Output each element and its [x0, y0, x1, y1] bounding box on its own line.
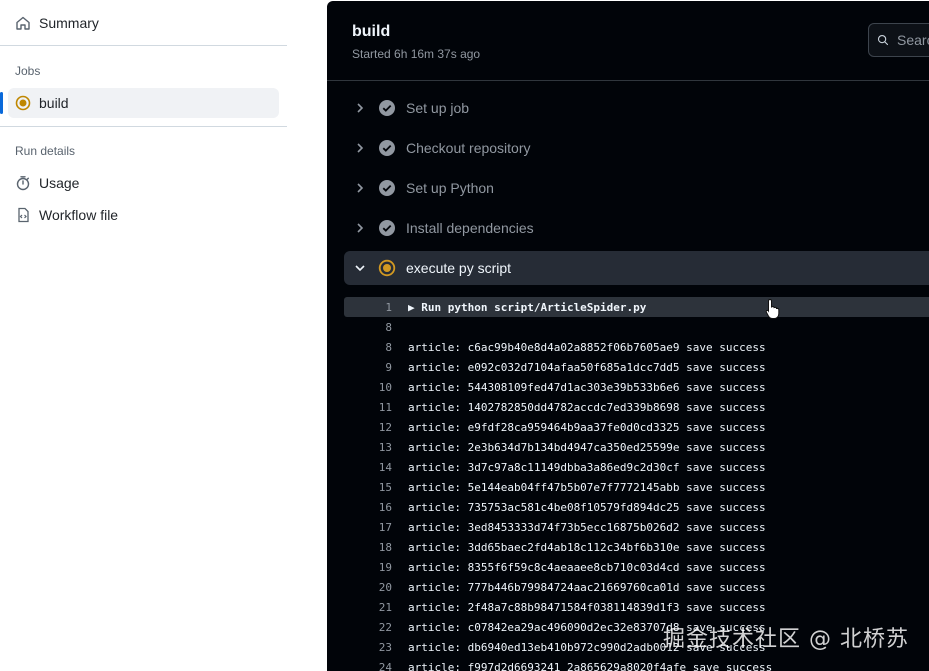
search-icon [877, 34, 889, 46]
step-label: Checkout repository [406, 140, 531, 156]
step-label: Install dependencies [406, 220, 534, 236]
sidebar-item-summary[interactable]: Summary [0, 8, 99, 38]
step-checkout-repository[interactable]: Checkout repository [344, 131, 929, 165]
step-label: execute py script [406, 260, 512, 276]
log-text: article: f997d2d6693241 2a865629a8020f4a… [408, 660, 773, 671]
log-line: 11 article: 1402782850dd4782accdc7ed339b8… [344, 397, 929, 417]
log-line: 8 [344, 317, 929, 337]
log-line: 21 article: 2f48a7c88b98471584f038114839d… [344, 597, 929, 617]
log-text: article: 735753ac581c4be08f10579fd894dc2… [408, 500, 766, 514]
log-text: article: 2f48a7c88b98471584f038114839d1f… [408, 600, 766, 614]
log-line: 14 article: 3d7c97a8c11149dbba3a86ed9c2d3… [344, 457, 929, 477]
log-line: 13 article: 2e3b634d7b134bd4947ca350ed255… [344, 437, 929, 457]
sidebar-item-label: Summary [39, 15, 99, 31]
file-code-icon [15, 207, 31, 223]
sidebar-item-usage[interactable]: Usage [0, 168, 79, 198]
log-line: 9 article: e092c032d7104afaa50f685a1dcc7d… [344, 357, 929, 377]
log-text: article: e9fdf28ca959464b9aa37fe0d0cd332… [408, 420, 766, 434]
sidebar-item-label: Usage [39, 175, 80, 191]
step-label: Set up Python [406, 180, 494, 196]
sidebar-item-label: build [39, 95, 69, 111]
job-started-time: Started 6h 16m 37s ago [352, 47, 481, 61]
step-execute-py-script[interactable]: execute py script [344, 251, 929, 285]
chevron-right-icon [352, 220, 368, 236]
chevron-right-icon [352, 140, 368, 156]
log-line: 10 article: 544308109fed47d1ac303e39b533b… [344, 377, 929, 397]
line-number[interactable]: 23 [344, 641, 392, 654]
log-text: article: 3dd65baec2fd4ab18c112c34bf6b310… [408, 540, 766, 554]
log-line: 18 article: 3dd65baec2fd4ab18c112c34bf6b3… [344, 537, 929, 557]
log-text: article: 777b446b79984724aac21669760ca01… [408, 580, 766, 594]
log-text: article: e092c032d7104afaa50f685a1dcc7dd… [408, 360, 766, 374]
sidebar-item-build[interactable]: build [0, 88, 69, 118]
line-number[interactable]: 17 [344, 521, 392, 534]
line-number[interactable]: 8 [344, 341, 392, 354]
log-text: article: 8355f6f59c8c4aeaaee8cb710c03d4c… [408, 560, 766, 574]
line-number[interactable]: 11 [344, 401, 392, 414]
line-number[interactable]: 13 [344, 441, 392, 454]
chevron-right-icon [352, 100, 368, 116]
log-line: 15 article: 5e144eab04ff47b5b07e7f7772145… [344, 477, 929, 497]
line-number[interactable]: 18 [344, 541, 392, 554]
chevron-down-icon [352, 260, 368, 276]
line-number[interactable]: 22 [344, 621, 392, 634]
log-output: 1 ▶ Run python script/ArticleSpider.py 8 … [344, 297, 929, 671]
line-number[interactable]: 10 [344, 381, 392, 394]
hand-cursor-icon [765, 298, 780, 319]
log-line: 12 article: e9fdf28ca959464b9aa37fe0d0cd3… [344, 417, 929, 437]
log-text: article: c6ac99b40e8d4a02a8852f06b7605ae… [408, 340, 766, 354]
line-number[interactable]: 21 [344, 601, 392, 614]
line-number[interactable]: 1 [344, 301, 392, 314]
log-text: article: 5e144eab04ff47b5b07e7f7772145ab… [408, 480, 766, 494]
log-line: 20 article: 777b446b79984724aac21669760ca… [344, 577, 929, 597]
run-details-heading: Run details [15, 144, 76, 158]
job-title: build [352, 23, 391, 40]
stopwatch-icon [15, 175, 31, 191]
divider [0, 126, 287, 127]
line-number[interactable]: 8 [344, 321, 392, 334]
sidebar-item-label: Workflow file [39, 207, 119, 223]
log-line: 16 article: 735753ac581c4be08f10579fd894d… [344, 497, 929, 517]
in-progress-icon [15, 95, 31, 111]
sidebar-item-workflow-file[interactable]: Workflow file [0, 200, 118, 230]
chevron-right-icon [352, 180, 368, 196]
log-line: 19 article: 8355f6f59c8c4aeaaee8cb710c03d… [344, 557, 929, 577]
divider [0, 45, 287, 46]
job-header: build Started 6h 16m 37s ago [327, 1, 929, 81]
log-text: article: 2e3b634d7b134bd4947ca350ed25599… [408, 440, 766, 454]
job-log-panel: build Started 6h 16m 37s ago Set up job … [327, 1, 929, 671]
step-install-dependencies[interactable]: Install dependencies [344, 211, 929, 245]
step-set-up-python[interactable]: Set up Python [344, 171, 929, 205]
line-number[interactable]: 12 [344, 421, 392, 434]
home-icon [15, 15, 31, 31]
log-text: article: 1402782850dd4782accdc7ed339b869… [408, 400, 766, 414]
log-text: article: 544308109fed47d1ac303e39b533b6e… [408, 380, 766, 394]
line-number[interactable]: 14 [344, 461, 392, 474]
search-input[interactable] [897, 32, 929, 48]
log-line: 17 article: 3ed8453333d74f73b5ecc16875b02… [344, 517, 929, 537]
step-label: Set up job [406, 100, 470, 116]
check-circle-icon [378, 139, 396, 157]
step-set-up-job[interactable]: Set up job [344, 91, 929, 125]
line-number[interactable]: 20 [344, 581, 392, 594]
check-circle-icon [378, 179, 396, 197]
log-text: ▶ Run python script/ArticleSpider.py [408, 300, 647, 314]
line-number[interactable]: 16 [344, 501, 392, 514]
line-number[interactable]: 19 [344, 561, 392, 574]
check-circle-icon [378, 99, 396, 117]
log-text: article: 3d7c97a8c11149dbba3a86ed9c2d30c… [408, 460, 766, 474]
line-number[interactable]: 15 [344, 481, 392, 494]
sidebar: Summary Jobs build Run details Usage Wor… [0, 0, 327, 671]
log-text: article: 3ed8453333d74f73b5ecc16875b026d… [408, 520, 766, 534]
jobs-heading: Jobs [15, 64, 41, 78]
line-number[interactable]: 24 [344, 661, 392, 671]
in-progress-icon [378, 259, 396, 277]
log-line[interactable]: 1 ▶ Run python script/ArticleSpider.py [344, 297, 929, 317]
check-circle-icon [378, 219, 396, 237]
search-logs-box[interactable] [868, 23, 929, 57]
log-line: 8 article: c6ac99b40e8d4a02a8852f06b7605a… [344, 337, 929, 357]
log-line: 24 article: f997d2d6693241 2a865629a8020f… [344, 657, 929, 671]
line-number[interactable]: 9 [344, 361, 392, 374]
watermark: 掘金技术社区 @ 北桥苏 [663, 627, 909, 652]
